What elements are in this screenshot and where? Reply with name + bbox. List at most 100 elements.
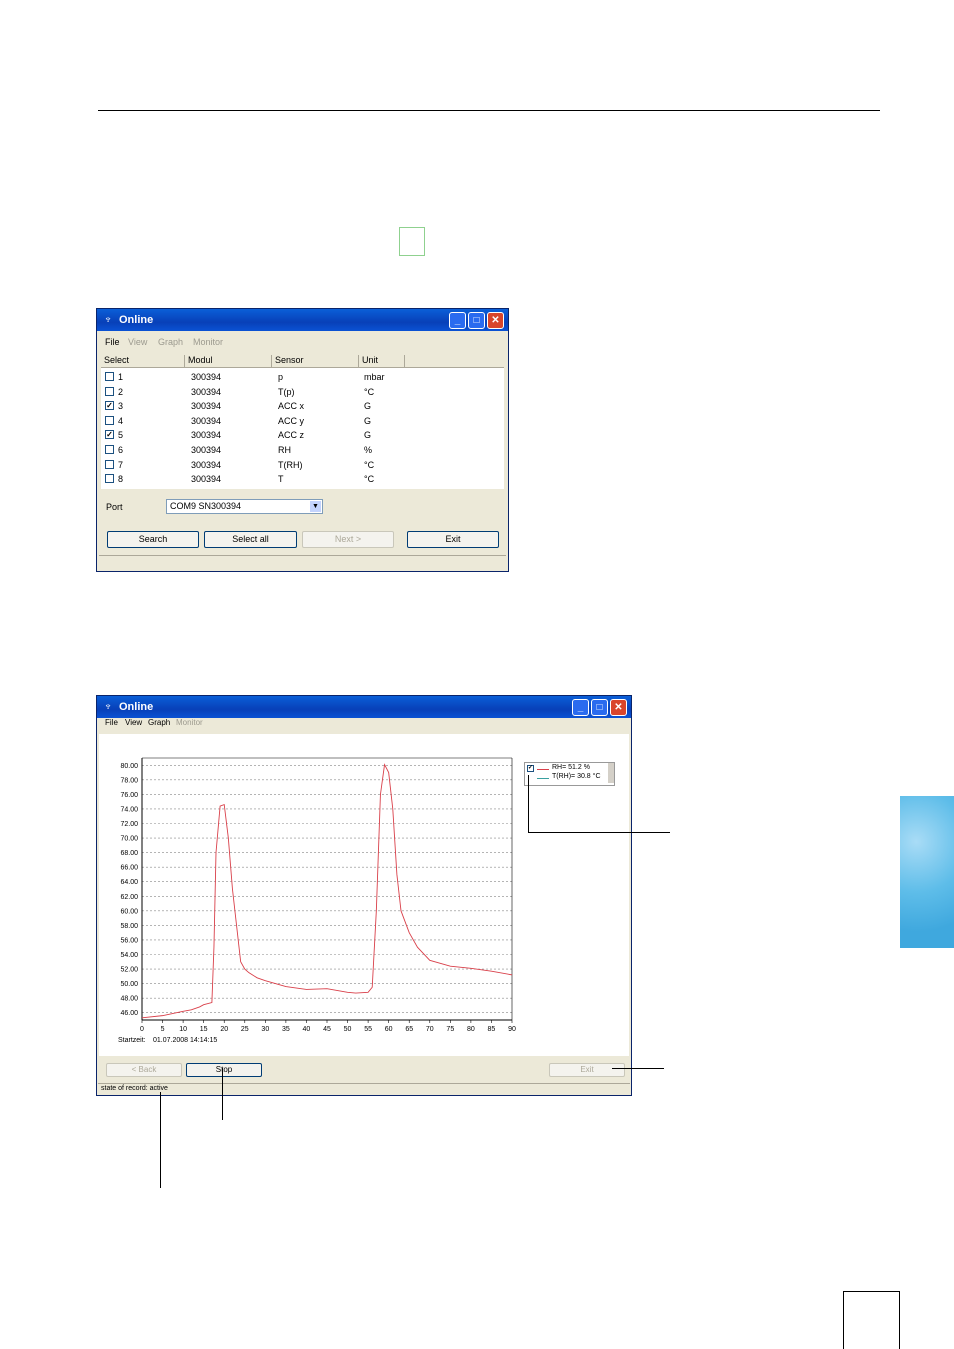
port-label: Port bbox=[106, 502, 123, 512]
minimize-button[interactable]: _ bbox=[449, 312, 466, 329]
row-unit: G bbox=[364, 401, 372, 411]
menu-graph[interactable]: Graph bbox=[158, 337, 183, 347]
app-icon: ♆ bbox=[103, 314, 113, 326]
checkbox-1[interactable] bbox=[105, 372, 114, 381]
row-unit: mbar bbox=[364, 372, 385, 382]
row-sensor: ACC x bbox=[278, 401, 305, 411]
row-unit: % bbox=[364, 445, 373, 455]
maximize-button[interactable]: □ bbox=[468, 312, 485, 329]
list-item[interactable]: 1 300394 p mbar bbox=[101, 370, 504, 384]
col-modul[interactable]: Modul bbox=[185, 355, 272, 367]
list-item[interactable]: 6 300394 RH% bbox=[101, 443, 504, 457]
page-number-box bbox=[843, 1291, 900, 1349]
port-value: COM9 SN300394 bbox=[170, 501, 242, 511]
checkbox-5[interactable]: ✓ bbox=[105, 430, 114, 439]
menu-view[interactable]: View bbox=[128, 337, 147, 347]
row-unit: G bbox=[364, 416, 372, 426]
row-unit: °C bbox=[364, 387, 375, 397]
col-sensor[interactable]: Sensor bbox=[272, 355, 359, 367]
x-tick-label: 60 bbox=[385, 1026, 393, 1033]
port-select[interactable]: COM9 SN300394 ▼ bbox=[166, 499, 323, 514]
y-tick-label: 46.00 bbox=[120, 1010, 138, 1017]
checkbox-3[interactable]: ✓ bbox=[105, 401, 114, 410]
list-item[interactable]: ✓ 5 300394 ACC z G bbox=[101, 428, 504, 442]
legend-label: T(RH)= 30.8 °C bbox=[552, 773, 601, 780]
callout-status bbox=[160, 1092, 161, 1188]
x-tick-label: 40 bbox=[303, 1026, 311, 1033]
checkbox-4[interactable] bbox=[105, 416, 114, 425]
menu-monitor[interactable]: Monitor bbox=[176, 718, 203, 727]
sensor-list: 1 300394 p mbar 2 300394 T(p) °C ✓ 3 300394 ACC x… bbox=[101, 368, 504, 489]
checkbox-7[interactable] bbox=[105, 460, 114, 469]
x-tick-label: 30 bbox=[261, 1026, 269, 1033]
x-tick-label: 20 bbox=[220, 1026, 228, 1033]
exit-button[interactable]: Exit bbox=[549, 1063, 625, 1077]
select-all-button[interactable]: Select all bbox=[204, 531, 297, 548]
next-button[interactable]: Next > bbox=[302, 531, 394, 548]
list-item[interactable]: 4 300394 ACC y G bbox=[101, 414, 504, 428]
x-tick-label: 90 bbox=[508, 1026, 516, 1033]
maximize-button[interactable]: □ bbox=[591, 699, 608, 716]
online-window-graph: ♆ Online _ □ ✕ File View Graph Monitor 4… bbox=[96, 695, 632, 1096]
x-tick-label: 80 bbox=[467, 1026, 475, 1033]
legend-checkbox[interactable]: ✓ bbox=[527, 765, 534, 772]
menu-monitor[interactable]: Monitor bbox=[193, 337, 223, 347]
legend-swatch bbox=[537, 769, 549, 770]
list-item[interactable]: 7 300394 T(RH) °C bbox=[101, 458, 504, 472]
y-tick-label: 58.00 bbox=[120, 923, 138, 930]
x-tick-label: 25 bbox=[241, 1026, 249, 1033]
row-sensor: ACC y bbox=[278, 416, 305, 426]
x-tick-label: 35 bbox=[282, 1026, 290, 1033]
legend-item-trh[interactable]: T(RH)= 30.8 °C bbox=[527, 773, 607, 783]
list-item[interactable]: 8 300394 T °C bbox=[101, 472, 504, 486]
col-unit[interactable]: Unit bbox=[359, 355, 405, 367]
col-select[interactable]: Select bbox=[101, 355, 185, 367]
x-tick-label: 55 bbox=[364, 1026, 372, 1033]
row-select: 5 bbox=[118, 430, 124, 440]
row-select: 3 bbox=[118, 401, 124, 411]
menu-file[interactable]: File bbox=[105, 337, 120, 347]
menu-graph[interactable]: Graph bbox=[148, 718, 170, 727]
row-modul: 300394 bbox=[191, 445, 222, 455]
close-button[interactable]: ✕ bbox=[610, 699, 627, 716]
menu-view[interactable]: View bbox=[125, 718, 142, 727]
legend-scrollbar[interactable] bbox=[608, 763, 614, 783]
checkbox-8[interactable] bbox=[105, 474, 114, 483]
chart-panel: 46.00 48.00 50.00 52.00 54.00 56.00 58.00 60.00… bbox=[99, 734, 629, 1056]
row-select: 2 bbox=[118, 387, 124, 397]
status-bar: state of record: active bbox=[98, 1083, 630, 1096]
back-button[interactable]: < Back bbox=[106, 1063, 182, 1077]
title-bar[interactable]: ♆ Online _ □ ✕ bbox=[97, 309, 508, 331]
y-tick-label: 80.00 bbox=[120, 763, 138, 770]
x-tick-label: 45 bbox=[323, 1026, 331, 1033]
list-item[interactable]: 2 300394 T(p) °C bbox=[101, 385, 504, 399]
row-unit: °C bbox=[364, 460, 375, 470]
row-sensor: p bbox=[278, 372, 284, 382]
row-sensor: T(RH) bbox=[278, 460, 303, 470]
checkbox-6[interactable] bbox=[105, 445, 114, 454]
window-title: Online bbox=[119, 701, 154, 713]
chevron-down-icon[interactable]: ▼ bbox=[310, 501, 321, 512]
close-button[interactable]: ✕ bbox=[487, 312, 504, 329]
row-select: 4 bbox=[118, 416, 124, 426]
callout-stop bbox=[222, 1068, 223, 1120]
minimize-button[interactable]: _ bbox=[572, 699, 589, 716]
status-bar bbox=[99, 555, 506, 570]
list-item[interactable]: ✓ 3 300394 ACC x G bbox=[101, 399, 504, 413]
legend-swatch bbox=[537, 778, 549, 779]
exit-button[interactable]: Exit bbox=[407, 531, 499, 548]
title-bar[interactable]: ♆ Online _ □ ✕ bbox=[97, 696, 631, 718]
callout-exit bbox=[612, 1068, 664, 1069]
legend: ✓ RH= 51.2 % T(RH)= 30.8 °C bbox=[524, 762, 615, 786]
search-button[interactable]: Search bbox=[107, 531, 199, 548]
menu-file[interactable]: File bbox=[105, 718, 118, 727]
y-tick-label: 74.00 bbox=[120, 806, 138, 813]
callout-legend-v bbox=[528, 775, 529, 833]
legend-label: RH= 51.2 % bbox=[552, 764, 590, 771]
y-tick-label: 68.00 bbox=[120, 850, 138, 857]
checkbox-2[interactable] bbox=[105, 387, 114, 396]
list-header: Select Modul Sensor Unit bbox=[101, 354, 504, 368]
stop-button[interactable]: Stop bbox=[186, 1063, 262, 1077]
x-tick-label: 85 bbox=[488, 1026, 496, 1033]
y-tick-label: 56.00 bbox=[120, 937, 138, 944]
